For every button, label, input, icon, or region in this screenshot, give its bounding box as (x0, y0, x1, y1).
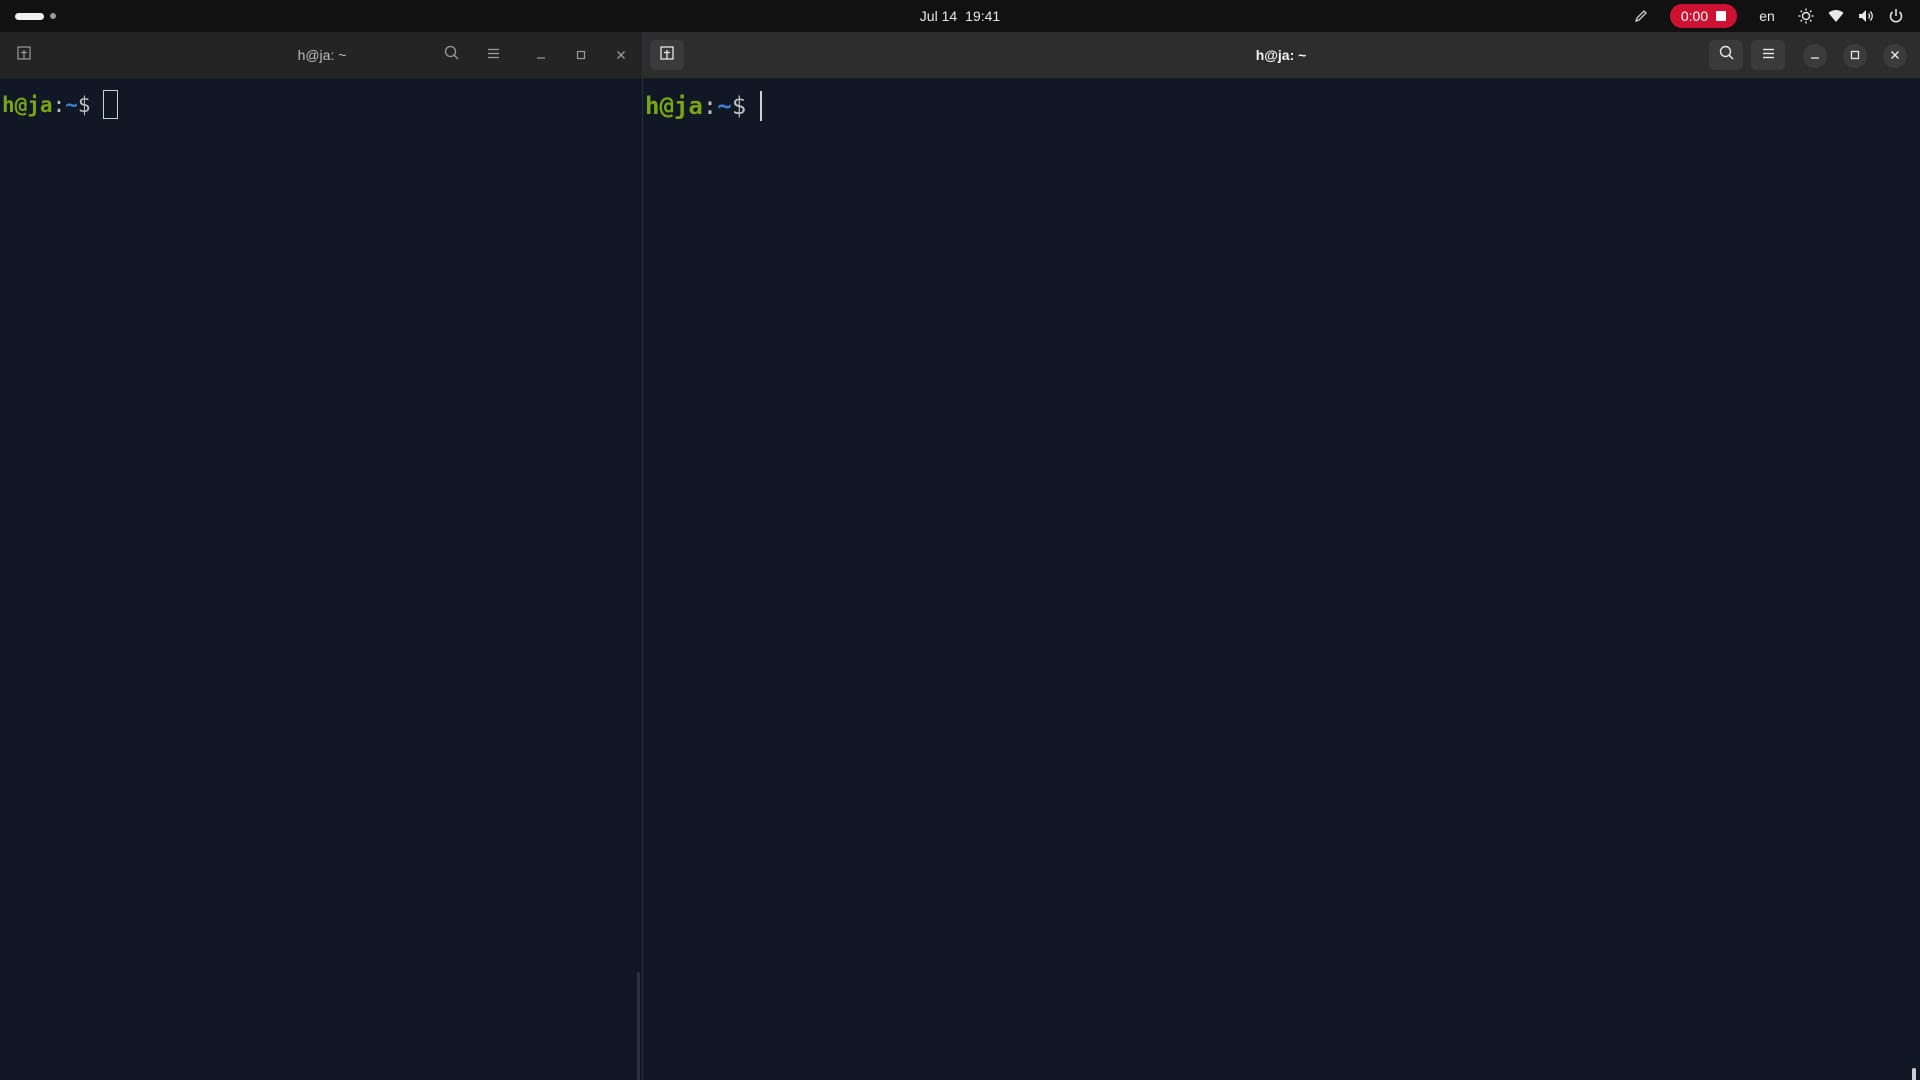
prompt-symbol: $ (731, 92, 747, 120)
search-button[interactable] (1709, 40, 1743, 70)
clock-time: 19:41 (965, 8, 1001, 24)
close-button[interactable] (609, 44, 633, 68)
menu-button[interactable] (1751, 40, 1785, 70)
prompt-separator: : (52, 92, 66, 117)
terminal-window-left[interactable]: h@ja: ~ h@ja: ~ $ (0, 32, 642, 1080)
search-icon (1719, 45, 1734, 65)
terminal-headerbar: h@ja: ~ (0, 32, 642, 79)
screen-recording-indicator[interactable]: 0:00 (1670, 4, 1737, 28)
menu-icon (487, 46, 500, 64)
terminal-content[interactable]: h@ja: ~ $ (643, 79, 1920, 1080)
close-icon (1890, 47, 1900, 65)
maximize-button[interactable] (1843, 44, 1867, 68)
top-bar: Jul 14 19:41 0:00 en (0, 0, 1920, 32)
new-tab-button[interactable] (7, 40, 41, 70)
prompt-symbol: $ (77, 92, 91, 117)
maximize-icon (1850, 47, 1860, 65)
clock-date: Jul 14 (919, 8, 958, 24)
text-cursor (760, 91, 763, 121)
scrollbar[interactable] (1912, 1068, 1916, 1080)
volume-icon (1856, 6, 1876, 26)
new-tab-icon (17, 45, 31, 65)
window-title: h@ja: ~ (297, 47, 347, 63)
minimize-icon (1810, 47, 1820, 65)
wifi-icon (1826, 6, 1846, 26)
stop-icon (1716, 11, 1727, 21)
prompt-path: ~ (65, 92, 78, 117)
close-button[interactable] (1883, 44, 1907, 68)
clock[interactable]: Jul 14 19:41 (880, 0, 1040, 32)
activities-button[interactable] (15, 12, 56, 20)
terminal-window-right[interactable]: h@ja: ~ h@ja: ~ $ (643, 32, 1920, 1080)
search-icon (444, 45, 459, 65)
maximize-button[interactable] (569, 44, 593, 68)
scrollbar[interactable] (637, 972, 640, 1080)
system-menu[interactable] (1796, 0, 1906, 32)
menu-icon (1762, 46, 1775, 64)
prompt-line: h@ja: ~ $ (645, 91, 763, 121)
close-icon (616, 47, 626, 65)
window-title: h@ja: ~ (1255, 47, 1307, 63)
prompt-path: ~ (717, 92, 732, 120)
prompt-line: h@ja: ~ $ (2, 90, 118, 119)
terminal-content[interactable]: h@ja: ~ $ (0, 79, 642, 1080)
language-label: en (1759, 8, 1775, 24)
text-cursor (102, 90, 118, 119)
minimize-button[interactable] (529, 44, 553, 68)
workspace-indicator (50, 13, 56, 19)
recording-time: 0:00 (1680, 8, 1709, 24)
menu-button[interactable] (476, 40, 510, 70)
pen-icon[interactable] (1628, 0, 1654, 32)
workspace-indicator-active (15, 12, 44, 20)
prompt-separator: : (702, 92, 718, 120)
search-button[interactable] (434, 40, 468, 70)
prompt-user: h@ja (2, 92, 53, 117)
new-tab-button[interactable] (650, 40, 684, 70)
new-tab-icon (660, 45, 674, 65)
prompt-user: h@ja (645, 92, 703, 120)
maximize-icon (576, 47, 586, 65)
minimize-icon (536, 47, 546, 65)
brightness-icon (1796, 6, 1816, 26)
power-icon (1886, 6, 1906, 26)
minimize-button[interactable] (1803, 44, 1827, 68)
terminal-headerbar: h@ja: ~ (643, 32, 1920, 79)
language-indicator[interactable]: en (1752, 0, 1782, 32)
